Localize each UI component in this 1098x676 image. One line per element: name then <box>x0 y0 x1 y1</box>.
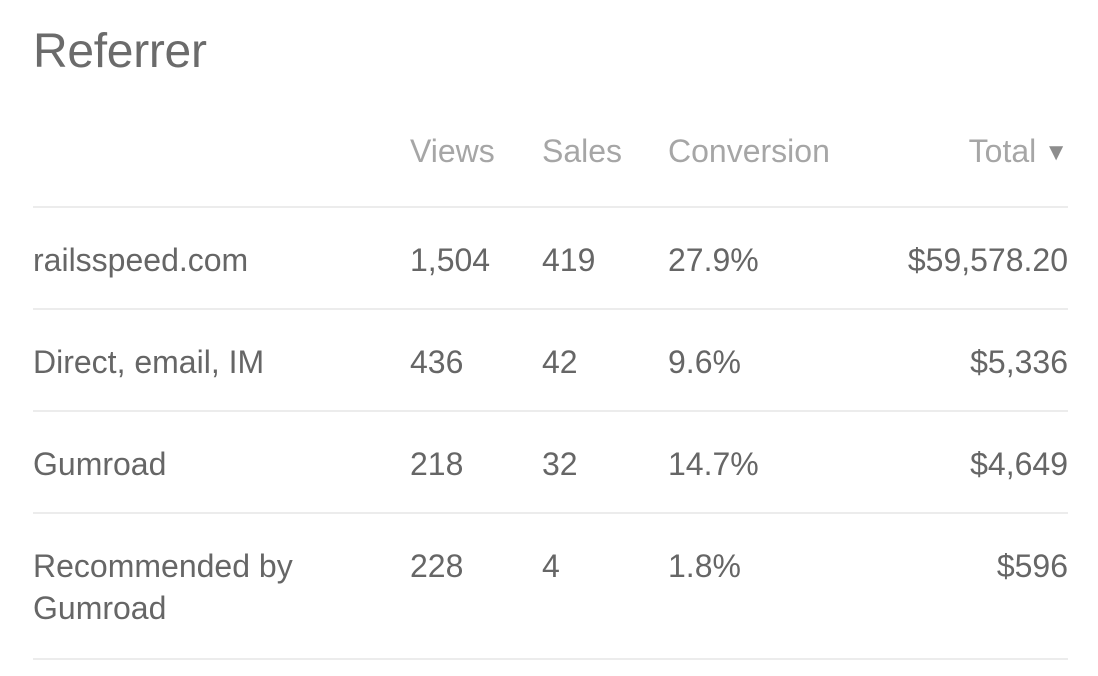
cell-conversion: 1.8% <box>668 513 848 660</box>
cell-sales: 4 <box>542 513 668 660</box>
column-header-total-label: Total <box>968 133 1037 169</box>
column-header-conversion[interactable]: Conversion <box>668 121 848 208</box>
table-row: railsspeed.com 1,504 419 27.9% $59,578.2… <box>33 207 1068 310</box>
cell-sales: 32 <box>542 411 668 514</box>
table-row: Gumroad 218 32 14.7% $4,649 <box>33 411 1068 514</box>
page-title: Referrer <box>33 25 207 78</box>
cell-conversion: 14.7% <box>668 411 848 514</box>
table-row: Recommended by Gumroad 228 4 1.8% $596 <box>33 513 1068 660</box>
sort-descending-icon: ▼ <box>1044 139 1068 166</box>
table-header-row: Views Sales Conversion Total ▼ <box>33 121 1068 208</box>
table-row: Direct, email, IM 436 42 9.6% $5,336 <box>33 309 1068 412</box>
cell-referrer: Gumroad <box>33 411 410 514</box>
referrer-table: Views Sales Conversion Total ▼ railsspeed… <box>33 121 1068 660</box>
cell-conversion: 27.9% <box>668 207 848 310</box>
cell-total: $59,578.20 <box>848 207 1068 310</box>
column-header-views[interactable]: Views <box>410 121 542 208</box>
cell-referrer: railsspeed.com <box>33 207 410 310</box>
cell-views: 1,504 <box>410 207 542 310</box>
cell-total: $596 <box>848 513 1068 660</box>
cell-views: 228 <box>410 513 542 660</box>
cell-referrer: Direct, email, IM <box>33 309 410 412</box>
cell-referrer: Recommended by Gumroad <box>33 513 410 660</box>
cell-sales: 42 <box>542 309 668 412</box>
cell-views: 218 <box>410 411 542 514</box>
cell-conversion: 9.6% <box>668 309 848 412</box>
column-header-sales[interactable]: Sales <box>542 121 668 208</box>
column-header-referrer <box>33 121 410 208</box>
cell-sales: 419 <box>542 207 668 310</box>
cell-views: 436 <box>410 309 542 412</box>
cell-total: $5,336 <box>848 309 1068 412</box>
column-header-total[interactable]: Total ▼ <box>848 121 1068 208</box>
cell-total: $4,649 <box>848 411 1068 514</box>
